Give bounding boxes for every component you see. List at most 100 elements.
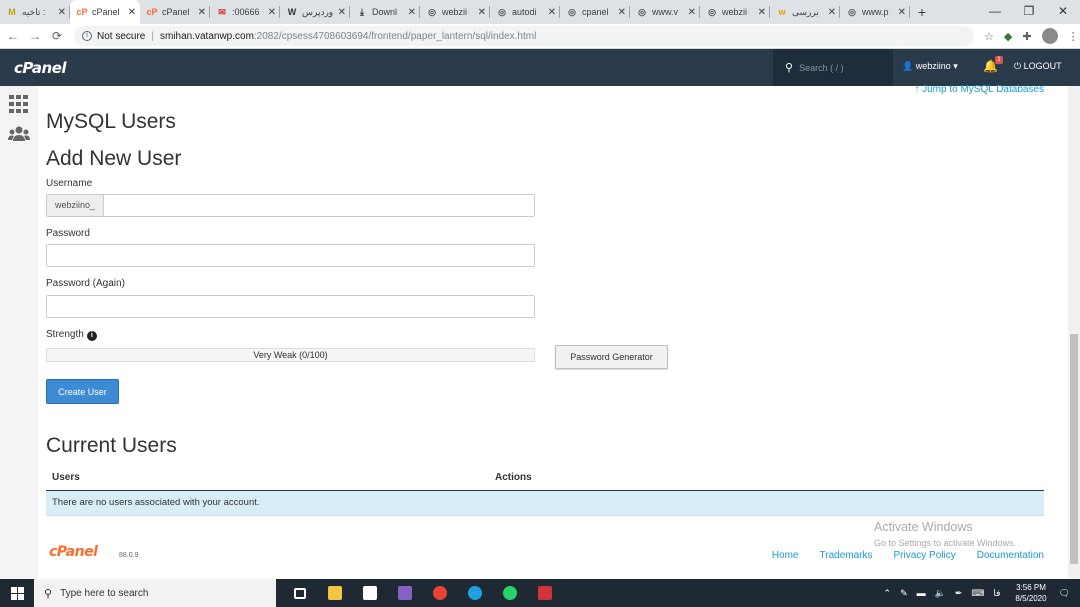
tab-close-icon[interactable]: ✕ — [128, 7, 136, 18]
password-again-input[interactable] — [47, 296, 534, 317]
tab-close-icon[interactable]: ✕ — [758, 7, 766, 18]
jump-to-databases-link[interactable]: ↑ Jump to MySQL Databases — [914, 84, 1044, 95]
minimize-button[interactable]: — — [978, 0, 1012, 24]
puzzle-icon[interactable]: ✚ — [1022, 30, 1031, 43]
browser-tab[interactable]: W وردپرس ✕ — [280, 0, 350, 24]
browser-tab[interactable]: ◎ www.p ✕ — [840, 0, 910, 24]
address-bar[interactable]: i Not secure | smihan.vatanwp.com :2082/… — [74, 26, 974, 46]
page-scrollbar[interactable] — [1068, 86, 1080, 579]
footer-links: Home Trademarks Privacy Policy Documenta… — [772, 550, 1044, 561]
visual-studio-icon[interactable] — [387, 579, 422, 607]
mail-icon: ✉ — [218, 6, 226, 17]
taskbar-apps — [282, 579, 562, 607]
tab-close-icon[interactable]: ✕ — [58, 7, 66, 18]
forward-icon[interactable]: → — [26, 29, 44, 43]
info-circle-icon[interactable]: i — [86, 331, 97, 341]
bookmark-star-icon[interactable]: ☆ — [984, 30, 994, 43]
tab-close-icon[interactable]: ✕ — [478, 7, 486, 18]
footer-cpanel-logo: cPanel — [49, 544, 98, 560]
create-user-button[interactable]: Create User — [46, 379, 119, 404]
windows-taskbar: ⚲ Type here to search ⌃ ✎ ▬ 🔈 ✒ ⌨ فا 3:5… — [0, 579, 1080, 607]
browser-tab[interactable]: ⤓ Downl ✕ — [350, 0, 420, 24]
globe-icon: ◎ — [568, 6, 576, 17]
tray-volume-icon[interactable]: 🔈 — [935, 588, 946, 599]
browser-tab[interactable]: cP cPanel ✕ — [140, 0, 210, 24]
tray-chevron-icon[interactable]: ⌃ — [884, 588, 892, 599]
username-input[interactable] — [104, 195, 534, 216]
logout-button[interactable]: ⏻ LOGOUT — [1014, 61, 1062, 72]
tab-close-icon[interactable]: ✕ — [408, 7, 416, 18]
browser-tab[interactable]: ◎ webzii ✕ — [420, 0, 490, 24]
search-icon: ⚲ — [785, 62, 794, 74]
browser-tab-label: cpanel — [582, 7, 609, 17]
tab-close-icon[interactable]: ✕ — [618, 7, 626, 18]
browser-tab[interactable]: ✉:00666 ✕ — [210, 0, 280, 24]
grid-icon[interactable] — [8, 94, 30, 114]
user-menu[interactable]: 👤 webziino ▾ — [902, 61, 958, 72]
new-tab-button[interactable]: + — [910, 4, 934, 20]
browser-tab-label: webzii — [442, 7, 468, 17]
reload-icon[interactable]: ⟳ — [48, 29, 66, 43]
tray-network-icon[interactable]: ▬ — [917, 588, 926, 598]
browser-tab[interactable]: ◎ webzii ✕ — [700, 0, 770, 24]
browser-tab-label: Downl — [372, 7, 398, 17]
browser-tab[interactable]: ◎ www.v ✕ — [630, 0, 700, 24]
taskbar-clock[interactable]: 3:56 PM 8/5/2020 — [1015, 582, 1046, 604]
browser-tab[interactable]: ◎ autodi ✕ — [490, 0, 560, 24]
tab-close-icon[interactable]: ✕ — [548, 7, 556, 18]
taskbar-search[interactable]: ⚲ Type here to search — [34, 579, 276, 607]
tab-close-icon[interactable]: ✕ — [268, 7, 276, 18]
footer-link-trademarks[interactable]: Trademarks — [820, 550, 873, 561]
notification-center-icon[interactable]: 🗨 — [1059, 588, 1070, 599]
column-header-actions: Actions — [489, 466, 1044, 491]
app-red-icon[interactable] — [527, 579, 562, 607]
strength-label: Strength — [46, 329, 84, 340]
file-explorer-icon-glyph — [327, 586, 342, 600]
restore-button[interactable]: ❐ — [1012, 0, 1046, 24]
file-explorer-icon[interactable] — [317, 579, 352, 607]
address-separator: | — [151, 30, 154, 42]
start-button[interactable] — [0, 579, 34, 607]
activate-subtitle: Go to Settings to activate Windows. — [874, 538, 1017, 548]
username-prefix: webziino_ — [47, 195, 105, 216]
store-icon[interactable] — [352, 579, 387, 607]
scrollbar-thumb[interactable] — [1070, 334, 1078, 564]
add-user-heading: Add New User — [46, 147, 182, 170]
browser-tab[interactable]: w بررسی ✕ — [770, 0, 840, 24]
extension-icon[interactable]: ◆ — [1004, 30, 1012, 43]
close-window-button[interactable]: ✕ — [1046, 0, 1080, 24]
tray-ink-icon[interactable]: ✒ — [955, 588, 963, 599]
whatsapp-icon[interactable] — [492, 579, 527, 607]
footer-link-privacy[interactable]: Privacy Policy — [893, 550, 955, 561]
search-input[interactable] — [799, 62, 880, 73]
edge-icon[interactable] — [457, 579, 492, 607]
task-view-icon[interactable] — [282, 579, 317, 607]
tab-close-icon[interactable]: ✕ — [898, 7, 906, 18]
profile-avatar[interactable] — [1041, 28, 1058, 44]
notifications-bell-icon[interactable]: 🔔 1 — [983, 56, 1003, 73]
footer-link-documentation[interactable]: Documentation — [977, 550, 1044, 561]
password-generator-button[interactable]: Password Generator — [555, 345, 668, 369]
chevron-down-icon: ▾ — [953, 61, 958, 71]
globe-icon: ◎ — [708, 6, 716, 17]
chrome-icon[interactable] — [422, 579, 457, 607]
input-language[interactable]: فا — [993, 588, 1000, 599]
tab-close-icon[interactable]: ✕ — [198, 7, 206, 18]
browser-tab[interactable]: cP cPanel ✕ — [70, 0, 140, 24]
password-input[interactable] — [47, 245, 534, 266]
tray-keyboard-icon[interactable]: ⌨ — [971, 588, 984, 599]
users-icon[interactable] — [8, 124, 30, 144]
tab-close-icon[interactable]: ✕ — [338, 7, 346, 18]
tab-close-icon[interactable]: ✕ — [688, 7, 696, 18]
browser-tab[interactable]: ◎ cpanel ✕ — [560, 0, 630, 24]
info-icon[interactable]: i — [82, 31, 92, 41]
browser-tab[interactable]: M تاخیه : ✕ — [0, 0, 70, 24]
back-icon[interactable]: ← — [4, 29, 22, 43]
task-view-icon-glyph — [293, 587, 306, 599]
browser-menu-icon[interactable]: ⋮ — [1068, 30, 1079, 43]
footer-link-home[interactable]: Home — [772, 550, 799, 561]
tray-pen-icon[interactable]: ✎ — [900, 588, 908, 599]
cpanel-logo[interactable]: cPanel — [14, 59, 67, 77]
tab-close-icon[interactable]: ✕ — [828, 7, 836, 18]
browser-tab-label: autodi — [512, 7, 537, 17]
